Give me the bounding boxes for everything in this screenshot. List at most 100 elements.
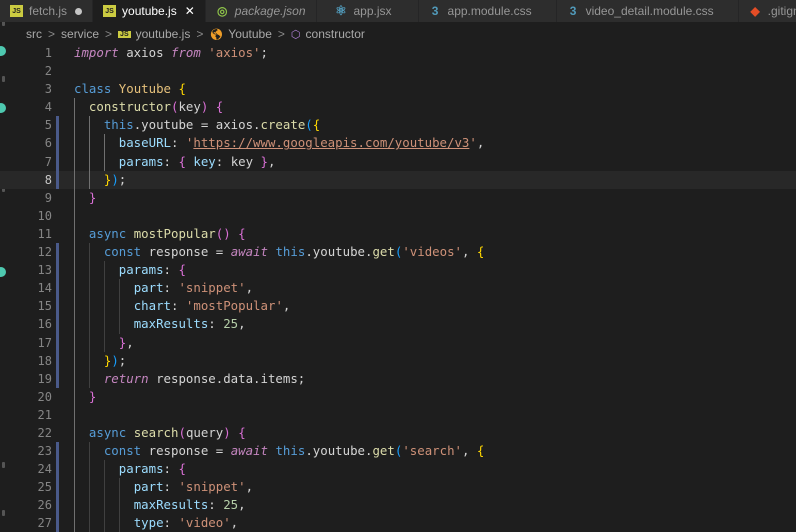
git-change-marker[interactable] (56, 478, 59, 497)
git-change-marker[interactable] (56, 279, 59, 298)
react-file-icon: ⚛ (335, 3, 347, 18)
code-line[interactable]: 5 this.youtube = axios.create({ (0, 116, 796, 135)
code-line[interactable]: 3 class Youtube { (0, 80, 796, 98)
code-token: ) (111, 352, 119, 368)
tab-gitignore[interactable]: ◆ .gitignore (738, 0, 796, 22)
breadcrumb-item-class[interactable]: Youtube (228, 27, 272, 41)
code-token: type (133, 515, 164, 531)
line-number: 25 (37, 480, 52, 495)
tab-youtube-js[interactable]: JS youtube.js ✕ (93, 0, 206, 22)
breadcrumb-item-service[interactable]: service (61, 27, 99, 41)
git-change-marker[interactable] (56, 116, 59, 135)
code-text: async mostPopular() { (74, 225, 246, 243)
class-symbol-icon: 🌎︎ (209, 28, 224, 41)
code-line[interactable]: 23 const response = await this.youtube.g… (0, 442, 796, 461)
git-change-marker[interactable] (56, 460, 59, 479)
code-line[interactable]: 10 (0, 206, 796, 225)
line-number: 15 (37, 299, 52, 314)
git-change-marker[interactable] (56, 369, 59, 388)
code-token: : (171, 298, 186, 314)
code-line[interactable]: 19 return response.data.items; (0, 369, 796, 388)
code-line[interactable]: 9 } (0, 188, 796, 207)
breadcrumb-item-method[interactable]: constructor (306, 27, 365, 41)
code-token: this (275, 244, 306, 260)
git-change-marker[interactable] (56, 134, 59, 153)
code-line[interactable]: 1 import axios from 'axios'; (0, 44, 796, 62)
line-number: 27 (37, 516, 52, 531)
git-change-marker[interactable] (56, 170, 59, 189)
git-change-marker[interactable] (56, 514, 59, 532)
code-text: }); (74, 171, 126, 189)
code-token: { (178, 461, 186, 477)
code-token: key (178, 99, 201, 115)
code-line[interactable]: 16 maxResults: 25, (0, 315, 796, 334)
code-line[interactable]: 6 baseURL: 'https://www.googleapis.com/y… (0, 134, 796, 153)
code-token: 'videos' (402, 244, 462, 260)
line-number: 4 (44, 100, 52, 115)
git-change-marker[interactable] (56, 297, 59, 316)
code-line[interactable]: 8 }); (0, 170, 796, 189)
tab-app-jsx[interactable]: ⚛ app.jsx (316, 0, 419, 22)
git-change-marker[interactable] (56, 243, 59, 262)
breadcrumb-item-file[interactable]: youtube.js (136, 27, 191, 41)
tab-label: .gitignore (767, 4, 796, 18)
code-token: async (88, 424, 127, 440)
code-text: baseURL: 'https://www.googleapis.com/you… (74, 134, 485, 152)
code-line[interactable]: 12 const response = await this.youtube.g… (0, 243, 796, 262)
line-number: 24 (37, 462, 52, 477)
js-file-icon: JS (118, 30, 131, 38)
code-line[interactable]: 22 async search(query) { (0, 423, 796, 443)
unsaved-dot-icon[interactable] (75, 7, 83, 15)
tab-app-module-css[interactable]: 3 app.module.css (418, 0, 557, 22)
code-line[interactable]: 7 params: { key: key }, (0, 152, 796, 171)
code-token: : (208, 316, 224, 332)
code-line[interactable]: 24 params: { (0, 460, 796, 479)
code-line[interactable]: 4 constructor(key) { (0, 98, 796, 117)
code-token: { (476, 443, 485, 459)
code-line[interactable]: 20 } (0, 387, 796, 406)
code-line[interactable]: 14 part: 'snippet', (0, 279, 796, 298)
tab-package-json[interactable]: ◎ package.json (205, 0, 317, 22)
code-text: constructor(key) { (74, 98, 223, 116)
code-line[interactable]: 15 chart: 'mostPopular', (0, 297, 796, 316)
code-token: .youtube. (305, 244, 373, 260)
code-token: await (230, 443, 268, 459)
code-line[interactable]: 27 type: 'video', (0, 514, 796, 532)
git-change-marker[interactable] (56, 351, 59, 370)
code-token: ) (111, 171, 119, 187)
code-line[interactable]: 21 (0, 405, 796, 424)
git-change-marker[interactable] (56, 261, 59, 280)
code-token: 25 (223, 497, 239, 513)
tab-label: video_detail.module.css (585, 4, 714, 18)
code-token: : key (215, 153, 261, 169)
code-line[interactable]: 26 maxResults: 25, (0, 496, 796, 515)
code-token: youtube = axios. (141, 117, 261, 133)
code-line[interactable]: 2 (0, 62, 796, 80)
code-token: ' (469, 135, 477, 151)
breadcrumb-item-src[interactable]: src (26, 27, 42, 41)
tab-video-detail-module-css[interactable]: 3 video_detail.module.css (556, 0, 739, 22)
git-change-marker[interactable] (56, 315, 59, 334)
git-change-marker[interactable] (56, 496, 59, 515)
close-icon[interactable]: ✕ (185, 4, 195, 18)
code-text: } (74, 388, 96, 406)
code-editor[interactable]: 1 import axios from 'axios'; 2 3 class Youtu… (0, 44, 796, 532)
code-text: const response = await this.youtube.get(… (74, 442, 485, 460)
code-token: search (133, 424, 179, 440)
code-line[interactable]: 17 }, (0, 333, 796, 352)
code-line[interactable]: 13 params: { (0, 261, 796, 280)
code-line[interactable]: 18 }); (0, 351, 796, 370)
git-change-marker[interactable] (56, 442, 59, 461)
git-change-marker[interactable] (56, 152, 59, 171)
code-line[interactable]: 25 part: 'snippet', (0, 478, 796, 497)
code-line[interactable]: 11 async mostPopular() { (0, 224, 796, 244)
tab-label: youtube.js (122, 4, 177, 18)
tab-fetch-js[interactable]: JS fetch.js (0, 0, 94, 22)
git-change-marker[interactable] (56, 333, 59, 352)
